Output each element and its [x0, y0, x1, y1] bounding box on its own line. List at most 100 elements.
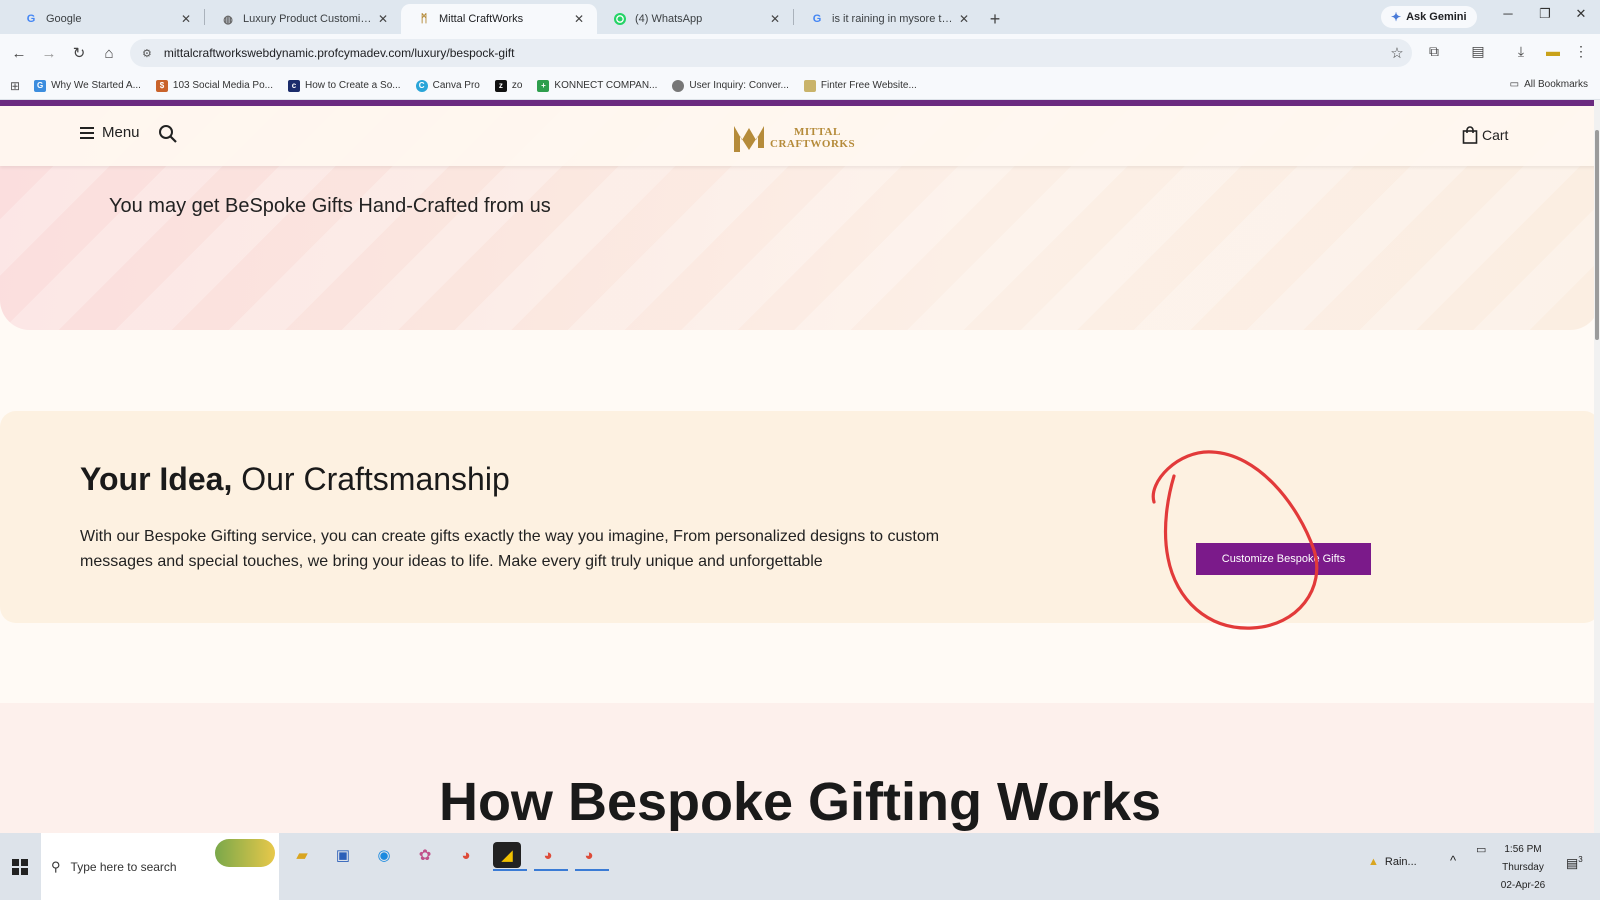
- bookmark-label: User Inquiry: Conver...: [689, 80, 789, 91]
- folder-icon: ▭: [1509, 79, 1520, 90]
- globe-icon: ◍: [223, 13, 233, 26]
- home-icon[interactable]: ⌂: [94, 45, 124, 62]
- tab-title: is it raining in mysore today - G: [832, 13, 956, 25]
- all-bookmarks-button[interactable]: ▭ All Bookmarks: [1510, 79, 1588, 90]
- hero-subtitle: You may get BeSpoke Gifts Hand-Crafted f…: [109, 195, 551, 217]
- tab-mittal-craftworks[interactable]: ᛗ Mittal CraftWorks ✕: [401, 4, 597, 34]
- tab-google-search[interactable]: G is it raining in mysore today - G ✕: [794, 4, 982, 34]
- clock-date: 02-Apr-26: [1500, 880, 1546, 891]
- sticky-notes-icon[interactable]: ◢: [493, 842, 527, 871]
- close-icon[interactable]: ✕: [571, 12, 587, 26]
- more-menu-icon[interactable]: ⋮: [1568, 43, 1594, 60]
- restore-icon[interactable]: ❐: [1530, 6, 1560, 22]
- whatsapp-icon: [613, 12, 627, 26]
- bookmark-label: Canva Pro: [432, 80, 480, 91]
- logo-line-1: MITTAL: [794, 126, 841, 138]
- tab-google[interactable]: G Google ✕: [8, 4, 204, 34]
- bookmark-item[interactable]: Finter Free Website...: [803, 79, 917, 92]
- bookmark-item[interactable]: c How to Create a So...: [287, 79, 401, 92]
- address-bar[interactable]: ⚙ mittalcraftworkswebdynamic.profcymadev…: [130, 39, 1412, 67]
- bookmark-item[interactable]: $103 Social Media Po...: [155, 79, 273, 92]
- tab-title: Luxury Product Customization: [243, 13, 375, 25]
- chrome-profile-icon[interactable]: ◕: [534, 842, 568, 871]
- bookmarks-bar: ⊞ G Why We Started A... $103 Social Media…: [0, 72, 1600, 100]
- clock-time: 1:56 PM: [1504, 844, 1542, 855]
- site-settings-icon[interactable]: ⚙: [142, 47, 152, 60]
- idea-title-bold: Your Idea,: [80, 461, 233, 497]
- web-page: Menu MITTAL CRAFTWORKS Cart You may get …: [0, 100, 1600, 833]
- bookmark-star-icon[interactable]: ☆: [1382, 44, 1412, 62]
- bookmark-item[interactable]: G Why We Started A...: [34, 79, 141, 92]
- extensions-icon[interactable]: ⧉: [1421, 43, 1447, 60]
- search-icon[interactable]: [158, 124, 180, 146]
- forward-arrow-icon[interactable]: →: [34, 45, 64, 62]
- download-icon[interactable]: ⤓: [1508, 43, 1534, 60]
- bookmark-label: How to Create a So...: [304, 80, 401, 91]
- tab-whatsapp[interactable]: (4) WhatsApp ✕: [597, 4, 793, 34]
- menu-button[interactable]: Menu: [80, 124, 140, 141]
- windows-logo-icon: [12, 858, 28, 875]
- url-text[interactable]: mittalcraftworkswebdynamic.profcymadev.c…: [164, 46, 1382, 60]
- google-icon: G: [812, 13, 822, 25]
- clock-day: Thursday: [1502, 862, 1544, 873]
- chevron-up-icon[interactable]: ^: [1450, 853, 1456, 868]
- profile-icon[interactable]: ▬: [1540, 43, 1566, 59]
- bookmark-favicon-icon: [672, 79, 685, 92]
- logo-line-2: CRAFTWORKS: [770, 138, 856, 150]
- menu-label: Menu: [102, 124, 140, 141]
- bookmark-label: Finter Free Website...: [820, 80, 917, 91]
- idea-section: Your Idea, Our Craftsmanship With our Be…: [0, 411, 1600, 623]
- search-highlight-icon: [215, 839, 275, 867]
- logo-text: MITTAL CRAFTWORKS: [770, 126, 855, 150]
- back-arrow-icon[interactable]: ←: [4, 45, 34, 62]
- copilot-icon[interactable]: ✿: [411, 842, 439, 868]
- bookmark-item[interactable]: z zo: [494, 79, 523, 92]
- notification-center-icon[interactable]: ▤3: [1566, 855, 1583, 871]
- reading-mode-icon[interactable]: ▤: [1465, 43, 1491, 60]
- bookmark-item[interactable]: C Canva Pro: [415, 79, 480, 92]
- taskbar-search-placeholder[interactable]: Type here to search: [71, 860, 177, 874]
- edge-icon[interactable]: ◉: [370, 842, 398, 868]
- close-icon[interactable]: ✕: [178, 12, 194, 26]
- minimize-icon[interactable]: ─: [1493, 6, 1523, 21]
- bookmark-item[interactable]: + KONNECT COMPAN...: [537, 79, 657, 92]
- close-icon[interactable]: ✕: [956, 12, 972, 26]
- shopping-bag-icon: [1462, 126, 1478, 144]
- scrollbar-thumb[interactable]: [1595, 130, 1599, 340]
- bookmark-favicon-icon: [803, 79, 816, 92]
- bookmark-label: Why We Started A...: [51, 80, 141, 91]
- bookmark-favicon-icon: $: [155, 79, 168, 92]
- tab-luxury-product-customization[interactable]: ◍ Luxury Product Customization ✕: [205, 4, 401, 34]
- windows-start-button[interactable]: [0, 833, 40, 900]
- bookmark-label: zo: [511, 80, 523, 91]
- cart-label: Cart: [1482, 127, 1509, 143]
- taskbar-search-box[interactable]: ⚲ Type here to search: [41, 833, 279, 900]
- taskbar-clock[interactable]: 1:56 PM Thursday 02-Apr-26: [1483, 841, 1563, 895]
- close-icon[interactable]: ✕: [767, 12, 783, 26]
- hamburger-icon: [80, 126, 94, 139]
- weather-alert-icon: ▲: [1368, 856, 1379, 868]
- reload-icon[interactable]: ↻: [64, 44, 94, 62]
- bookmark-item[interactable]: User Inquiry: Conver...: [672, 79, 789, 92]
- bookmark-favicon-icon: C: [415, 79, 428, 92]
- microsoft-store-icon[interactable]: ▣: [329, 842, 357, 868]
- page-scrollbar[interactable]: [1594, 100, 1600, 833]
- bookmark-favicon-icon: z: [494, 79, 507, 92]
- idea-description: With our Bespoke Gifting service, you ca…: [80, 528, 940, 570]
- site-logo[interactable]: MITTAL CRAFTWORKS: [732, 122, 855, 154]
- ask-gemini-button[interactable]: ✦ Ask Gemini: [1381, 6, 1477, 28]
- close-icon[interactable]: ✕: [375, 12, 391, 26]
- chrome-icon[interactable]: ◕: [452, 842, 480, 868]
- all-bookmarks-label: All Bookmarks: [1524, 79, 1588, 90]
- weather-label: Rain...: [1384, 856, 1417, 868]
- google-icon: G: [26, 13, 36, 25]
- browser-tab-bar: G Google ✕ ◍ Luxury Product Customizatio…: [0, 0, 1600, 34]
- search-icon: ⚲: [51, 858, 61, 874]
- window-close-icon[interactable]: ✕: [1566, 6, 1596, 22]
- new-tab-button[interactable]: +: [982, 4, 1008, 34]
- chrome-active-icon[interactable]: ◕: [575, 842, 609, 871]
- weather-widget[interactable]: ▲ Rain...: [1368, 856, 1417, 868]
- apps-grid-icon[interactable]: ⊞: [10, 79, 20, 93]
- file-explorer-icon[interactable]: ▰: [288, 842, 316, 868]
- cart-button[interactable]: Cart: [1462, 126, 1508, 144]
